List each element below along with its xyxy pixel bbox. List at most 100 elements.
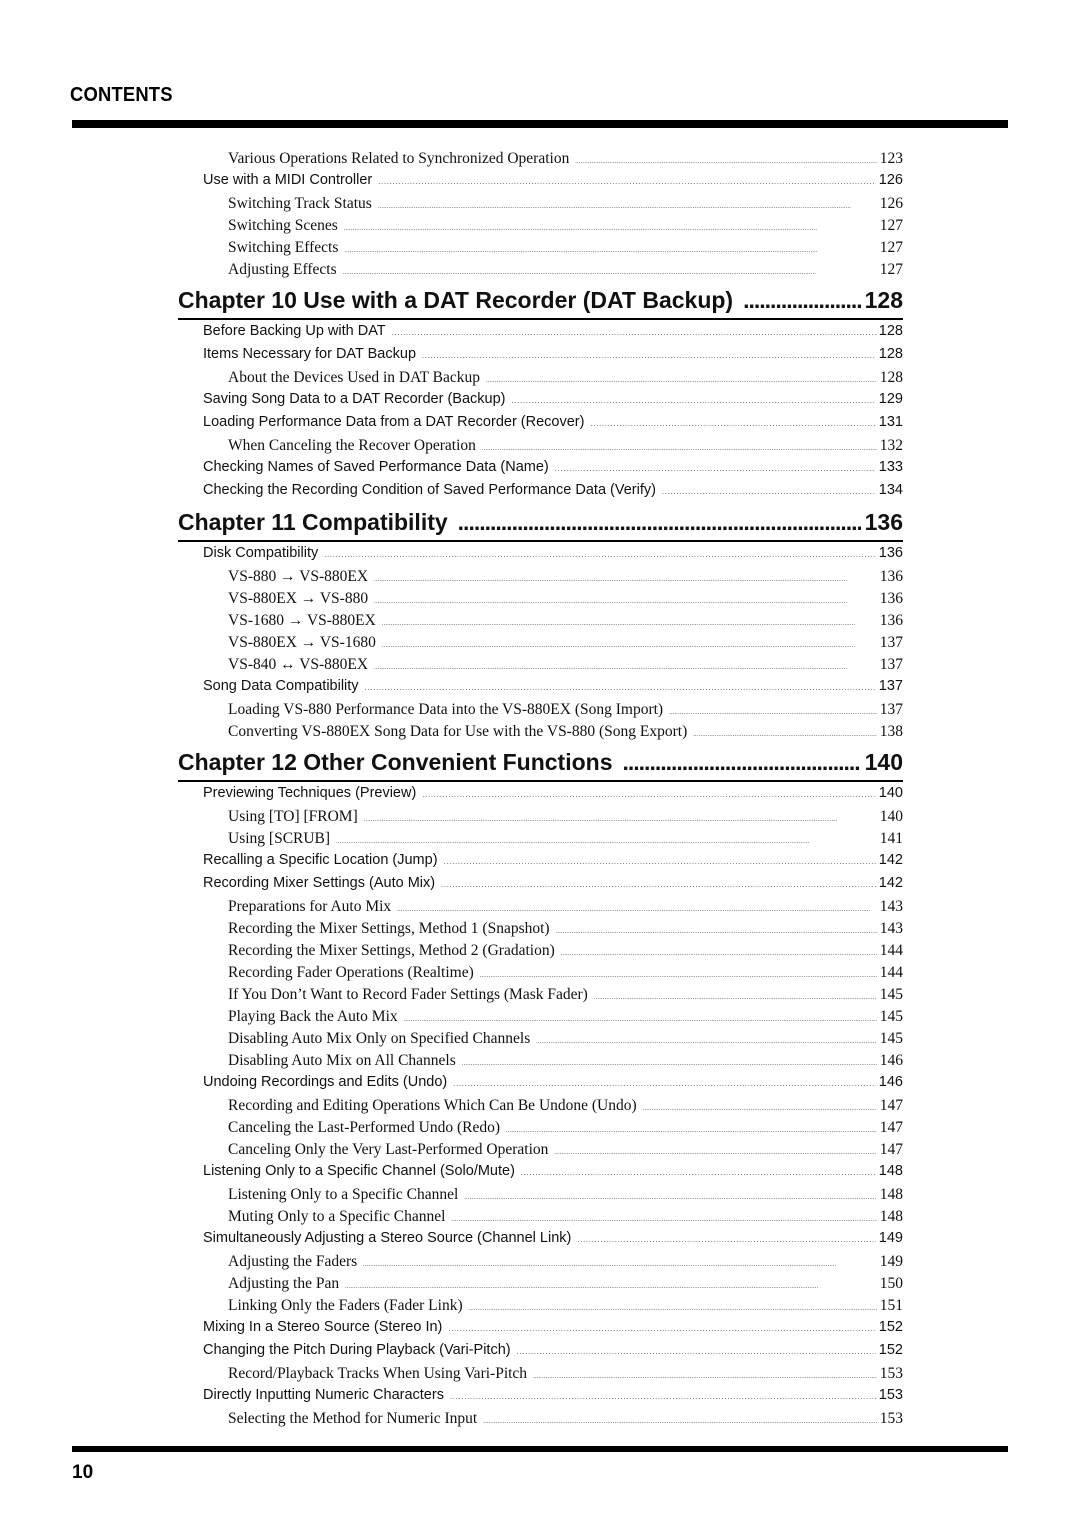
toc-section-entry[interactable]: Checking the Recording Condition of Save… [178,482,903,505]
toc-subsection-entry[interactable]: Recording and Editing Operations Which C… [178,1097,903,1119]
entry-page-number: 152 [878,1319,903,1335]
entry-page-number: 128 [879,369,903,386]
toc-subsection-entry[interactable]: Muting Only to a Specific Channel 148 [178,1208,903,1230]
toc-section-entry[interactable]: Checking Names of Saved Performance Data… [178,459,903,482]
toc-subsection-entry[interactable]: Record/Playback Tracks When Using Vari-P… [178,1365,903,1387]
toc-section-entry[interactable]: Previewing Techniques (Preview) 140 [178,785,903,808]
toc-subsection-entry[interactable]: Recording Fader Operations (Realtime) 144 [178,964,903,986]
dot-leader [374,590,877,608]
dot-leader [450,1387,876,1403]
toc-subsection-entry[interactable]: About the Devices Used in DAT Backup 128 [178,369,903,391]
toc-section-entry[interactable]: Recalling a Specific Location (Jump) 142 [178,852,903,875]
chapter-title: Chapter 10 Use with a DAT Recorder (DAT … [178,287,734,313]
toc-subsection-entry[interactable]: Disabling Auto Mix on All Channels 146 [178,1052,903,1074]
entry-label: Canceling the Last-Performed Undo (Redo) [228,1119,501,1136]
entry-page-number: 131 [878,414,903,430]
dot-leader [382,634,877,652]
toc-section-entry[interactable]: Changing the Pitch During Playback (Vari… [178,1342,903,1365]
toc-subsection-entry[interactable]: Adjusting the Faders 149 [178,1253,903,1275]
dot-leader [451,1208,876,1226]
toc-section-entry[interactable]: Song Data Compatibility 137 [178,678,903,701]
entry-page-number: 136 [878,545,903,561]
dot-leader [364,808,877,826]
toc-subsection-entry[interactable]: Adjusting Effects 127 [178,261,903,283]
entry-page-number: 132 [879,437,903,454]
entry-page-number: 145 [879,1030,903,1047]
dot-leader [448,1319,875,1335]
entry-label: Listening Only to a Specific Channel (So… [203,1163,515,1179]
toc-subsection-entry[interactable]: Using [TO] [FROM] 140 [178,808,903,830]
toc-section-entry[interactable]: Simultaneously Adjusting a Stereo Source… [178,1230,903,1253]
toc-subsection-entry[interactable]: VS-1680 → VS-880EX 136 [178,612,903,634]
toc-subsection-entry[interactable]: Canceling the Last-Performed Undo (Redo)… [178,1119,903,1141]
dot-leader [483,1410,877,1428]
toc-section-entry[interactable]: Loading Performance Data from a DAT Reco… [178,414,903,437]
entry-label: Recording Mixer Settings (Auto Mix) [203,875,436,891]
dot-leader [378,195,877,213]
entry-label: Using [SCRUB] [228,830,331,847]
toc-section-entry[interactable]: Saving Song Data to a DAT Recorder (Back… [178,391,903,414]
toc-section-entry[interactable]: Recording Mixer Settings (Auto Mix) 142 [178,875,903,898]
toc-subsection-entry[interactable]: Converting VS-880EX Song Data for Use wi… [178,723,903,745]
toc-section-entry[interactable]: Mixing In a Stereo Source (Stereo In) 152 [178,1319,903,1342]
toc-subsection-entry[interactable]: VS-840 ↔ VS-880EX 137 [178,656,903,678]
entry-label: Adjusting Effects [228,261,337,278]
dot-leader [486,369,877,387]
toc-subsection-entry[interactable]: VS-880EX → VS-880 136 [178,590,903,612]
dot-leader [693,723,877,741]
toc-subsection-entry[interactable]: Loading VS-880 Performance Data into the… [178,701,903,723]
dot-leader [521,1163,876,1179]
toc-subsection-entry[interactable]: Linking Only the Faders (Fader Link) 151 [178,1297,903,1319]
toc-subsection-entry[interactable]: Recording the Mixer Settings, Method 2 (… [178,942,903,964]
toc-subsection-entry[interactable]: Preparations for Auto Mix 143 [178,898,903,920]
toc-subsection-entry[interactable]: Canceling Only the Very Last-Performed O… [178,1141,903,1163]
toc-subsection-entry[interactable]: If You Don’t Want to Record Fader Settin… [178,986,903,1008]
toc-subsection-entry[interactable]: Recording the Mixer Settings, Method 1 (… [178,920,903,942]
chapter-page-number: 136 [864,509,903,535]
toc-section-entry[interactable]: Listening Only to a Specific Channel (So… [178,1163,903,1186]
dot-leader [561,942,877,960]
entry-page-number: 126 [879,195,903,212]
entry-label: If You Don’t Want to Record Fader Settin… [228,986,588,1003]
entry-page-number: 151 [879,1297,903,1314]
toc-subsection-entry[interactable]: Switching Scenes 127 [178,217,903,239]
entry-label: Various Operations Related to Synchroniz… [228,150,570,167]
entry-label: Disabling Auto Mix on All Channels [228,1052,456,1069]
toc-section-entry[interactable]: Items Necessary for DAT Backup 128 [178,346,903,369]
toc-subsection-entry[interactable]: Listening Only to a Specific Channel 148 [178,1186,903,1208]
dot-leader [517,1342,876,1358]
toc-subsection-entry[interactable]: Switching Effects 127 [178,239,903,261]
dot-leader [404,1008,877,1026]
dot-leader [378,172,876,188]
toc-subsection-entry[interactable]: Adjusting the Pan 150 [178,1275,903,1297]
entry-page-number: 127 [879,239,903,256]
toc-subsection-entry[interactable]: Switching Track Status 126 [178,195,903,217]
toc-section-entry[interactable]: Undoing Recordings and Edits (Undo) 146 [178,1074,903,1097]
dot-leader [441,875,876,891]
toc-subsection-entry[interactable]: VS-880EX → VS-1680 137 [178,634,903,656]
chapter-page-number: 128 [864,287,903,313]
entry-page-number: 145 [879,1008,903,1025]
toc-section-entry[interactable]: Before Backing Up with DAT 128 [178,323,903,346]
entry-page-number: 148 [879,1208,903,1225]
toc-subsection-entry[interactable]: Selecting the Method for Numeric Input 15… [178,1410,903,1432]
toc-subsection-entry[interactable]: VS-880 → VS-880EX 136 [178,568,903,590]
entry-label: Loading Performance Data from a DAT Reco… [203,414,585,430]
entry-label: Recording and Editing Operations Which C… [228,1097,637,1114]
toc-subsection-entry[interactable]: Playing Back the Auto Mix 145 [178,1008,903,1030]
toc-section-entry[interactable]: Disk Compatibility 136 [178,545,903,568]
toc-subsection-entry[interactable]: Various Operations Related to Synchroniz… [178,150,903,172]
toc-subsection-entry[interactable]: Disabling Auto Mix Only on Specified Cha… [178,1030,903,1052]
chapter-heading[interactable]: Chapter 10 Use with a DAT Recorder (DAT … [178,287,903,320]
toc-section-entry[interactable]: Directly Inputting Numeric Characters 153 [178,1387,903,1410]
dot-leader [458,509,861,536]
toc-subsection-entry[interactable]: Using [SCRUB] 141 [178,830,903,852]
entry-label: Checking Names of Saved Performance Data… [203,459,549,475]
chapter-heading[interactable]: Chapter 12 Other Convenient Functions 140 [178,749,903,782]
chapter-heading[interactable]: Chapter 11 Compatibility 136 [178,509,903,542]
toc-section-entry[interactable]: Use with a MIDI Controller 126 [178,172,903,195]
dot-leader [536,1030,877,1048]
toc-subsection-entry[interactable]: When Canceling the Recover Operation 132 [178,437,903,459]
entry-page-number: 142 [878,875,903,891]
dot-leader [464,1186,876,1204]
